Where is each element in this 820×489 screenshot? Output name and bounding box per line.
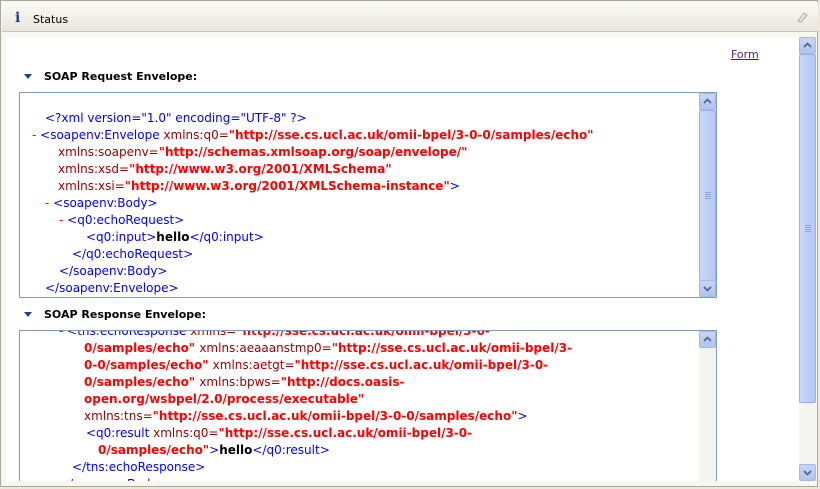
xml-token: </soapenv:Body>: [59, 264, 168, 278]
request-section-title: SOAP Request Envelope:: [44, 70, 198, 83]
xml-token: -: [59, 213, 68, 227]
xml-line: 0/samples/echo">hello</q0:result>: [98, 442, 330, 459]
request-scrollbar[interactable]: [699, 93, 716, 297]
xml-line: 0-0/samples/echo" xmlns:aetgt="http://ss…: [84, 357, 548, 374]
request-section-header[interactable]: SOAP Request Envelope:: [24, 70, 197, 83]
xml-token: xmlns:aeaaanstmp0=: [199, 341, 332, 355]
view-titlebar: i Status: [2, 2, 818, 32]
xml-token: </soapenv:Body>: [59, 477, 168, 481]
xml-token: <q0:input>: [86, 230, 157, 244]
response-section-title: SOAP Response Envelope:: [44, 308, 206, 321]
xml-line: xmlns:tns="http://sse.cs.ucl.ac.uk/omii-…: [84, 408, 528, 425]
xml-token: hello: [219, 443, 253, 457]
xml-token: xmlns:tns=: [84, 409, 153, 423]
xml-token: "http://sse.cs.ucl.ac.uk/omii-bpel/3-0-: [294, 358, 549, 372]
xml-token: </soapenv:Envelope>: [45, 281, 179, 295]
form-link[interactable]: Form: [731, 48, 759, 61]
xml-token: -: [45, 196, 54, 210]
scroll-thumb[interactable]: [699, 110, 716, 281]
xml-line: - <tns:echoResponse xmlns="http://sse.cs…: [59, 331, 490, 340]
xml-token: "http://sse.cs.ucl.ac.uk/omii-bpel/3-0-: [218, 426, 473, 440]
scroll-up-button[interactable]: [799, 37, 816, 54]
xml-token: <?xml version="1.0" encoding="UTF-8" ?>: [45, 111, 307, 125]
xml-token: xmlns:q0=: [163, 128, 229, 142]
xml-line: xmlns:xsi="http://www.w3.org/2001/XMLSch…: [58, 178, 460, 195]
request-envelope-box[interactable]: <?xml version="1.0" encoding="UTF-8" ?> …: [19, 92, 717, 298]
xml-line: <q0:result xmlns:q0="http://sse.cs.ucl.a…: [86, 425, 472, 442]
minimize-icon[interactable]: [796, 11, 808, 23]
scroll-up-button[interactable]: [699, 93, 716, 110]
xml-token: <q0:echoRequest>: [67, 213, 185, 227]
xml-token: xmlns:bpws=: [199, 375, 281, 389]
xml-token: </tns:echoResponse>: [72, 460, 206, 474]
xml-token: "http://sse.cs.ucl.ac.uk/omii-bpel/3-: [331, 341, 573, 355]
xml-token: "http://schemas.xmlsoap.org/soap/envelop…: [158, 145, 468, 159]
xml-line: xmlns:soapenv="http://schemas.xmlsoap.or…: [58, 144, 467, 161]
xml-token: hello: [156, 230, 190, 244]
collapse-triangle-icon[interactable]: [24, 73, 32, 79]
request-xml: <?xml version="1.0" encoding="UTF-8" ?> …: [20, 93, 699, 297]
page-scrollbar[interactable]: [799, 37, 816, 481]
xml-token: open.org/wsbpel/2.0/process/executable": [84, 392, 365, 406]
xml-line: </tns:echoResponse>: [72, 459, 205, 476]
response-section-header[interactable]: SOAP Response Envelope:: [24, 308, 206, 321]
view-title: Status: [33, 13, 69, 26]
xml-token: -: [32, 128, 41, 142]
xml-token: </q0:input>: [189, 230, 264, 244]
xml-line: - <soapenv:Envelope xmlns:q0="http://sse…: [32, 127, 594, 144]
xml-token: xmlns:soapenv=: [58, 145, 159, 159]
xml-token: xmlns:xsi=: [58, 179, 125, 193]
info-icon: i: [15, 10, 21, 26]
xml-token: 0-0/samples/echo": [84, 358, 213, 372]
xml-line: - <q0:echoRequest>: [59, 212, 184, 229]
response-scrollbar[interactable]: [699, 331, 716, 481]
xml-token: </q0:echoRequest>: [72, 247, 194, 261]
xml-token: >: [209, 443, 220, 457]
xml-token: "http://sse.cs.ucl.ac.uk/omii-bpel/3-0-0…: [152, 409, 518, 423]
xml-token: <soapenv:Body>: [53, 196, 158, 210]
xml-token: >: [517, 409, 528, 423]
xml-token: "http://sse.cs.ucl.ac.uk/omii-bpel/3-0-: [236, 331, 490, 338]
xml-line: </soapenv:Envelope>: [45, 280, 179, 297]
xml-token: </q0:result>: [252, 443, 330, 457]
xml-token: 0/samples/echo": [98, 443, 210, 457]
xml-token: xmlns:aetgt=: [212, 358, 295, 372]
xml-token: <tns:echoResponse: [67, 331, 191, 338]
response-xml: - <tns:echoResponse xmlns="http://sse.cs…: [20, 331, 699, 481]
xml-token: -: [59, 331, 68, 338]
xml-token: <q0:result: [86, 426, 154, 440]
xml-token: "http://docs.oasis-: [280, 375, 405, 389]
xml-token: "http://www.w3.org/2001/XMLSchema-instan…: [124, 179, 450, 193]
xml-token: "http://sse.cs.ucl.ac.uk/omii-bpel/3-0-0…: [228, 128, 594, 142]
xml-token: 0/samples/echo": [84, 341, 200, 355]
xml-line: - <soapenv:Body>: [45, 195, 158, 212]
collapse-triangle-icon[interactable]: [24, 311, 32, 317]
xml-line: </soapenv:Body>: [59, 476, 168, 481]
xml-line: <?xml version="1.0" encoding="UTF-8" ?>: [45, 110, 307, 127]
xml-line: </soapenv:Body>: [59, 263, 168, 280]
xml-token: xmlns:xsd=: [58, 162, 130, 176]
scroll-up-button[interactable]: [699, 331, 716, 348]
xml-token: >: [449, 179, 460, 193]
status-content: Form SOAP Request Envelope: <?xml versio…: [6, 37, 799, 481]
xml-line: 0/samples/echo" xmlns:aeaaanstmp0="http:…: [84, 340, 572, 357]
xml-token: xmlns:q0=: [153, 426, 219, 440]
xml-line: </q0:echoRequest>: [72, 246, 193, 263]
xml-line: open.org/wsbpel/2.0/process/executable": [84, 391, 364, 408]
scroll-down-button[interactable]: [699, 280, 716, 297]
xml-token: <soapenv:Envelope: [40, 128, 164, 142]
scroll-down-button[interactable]: [799, 464, 816, 481]
xml-token: 0/samples/echo": [84, 375, 200, 389]
xml-line: <q0:input>hello</q0:input>: [86, 229, 264, 246]
status-view: i Status Form SOAP Request Envelope: <?x…: [0, 0, 818, 487]
xml-line: 0/samples/echo" xmlns:bpws="http://docs.…: [84, 374, 405, 391]
xml-line: xmlns:xsd="http://www.w3.org/2001/XMLSch…: [58, 161, 392, 178]
response-envelope-box[interactable]: - <tns:echoResponse xmlns="http://sse.cs…: [19, 330, 717, 481]
xml-token: "http://www.w3.org/2001/XMLSchema": [129, 162, 392, 176]
scroll-thumb[interactable]: [799, 54, 816, 403]
xml-token: xmlns=: [190, 331, 237, 338]
